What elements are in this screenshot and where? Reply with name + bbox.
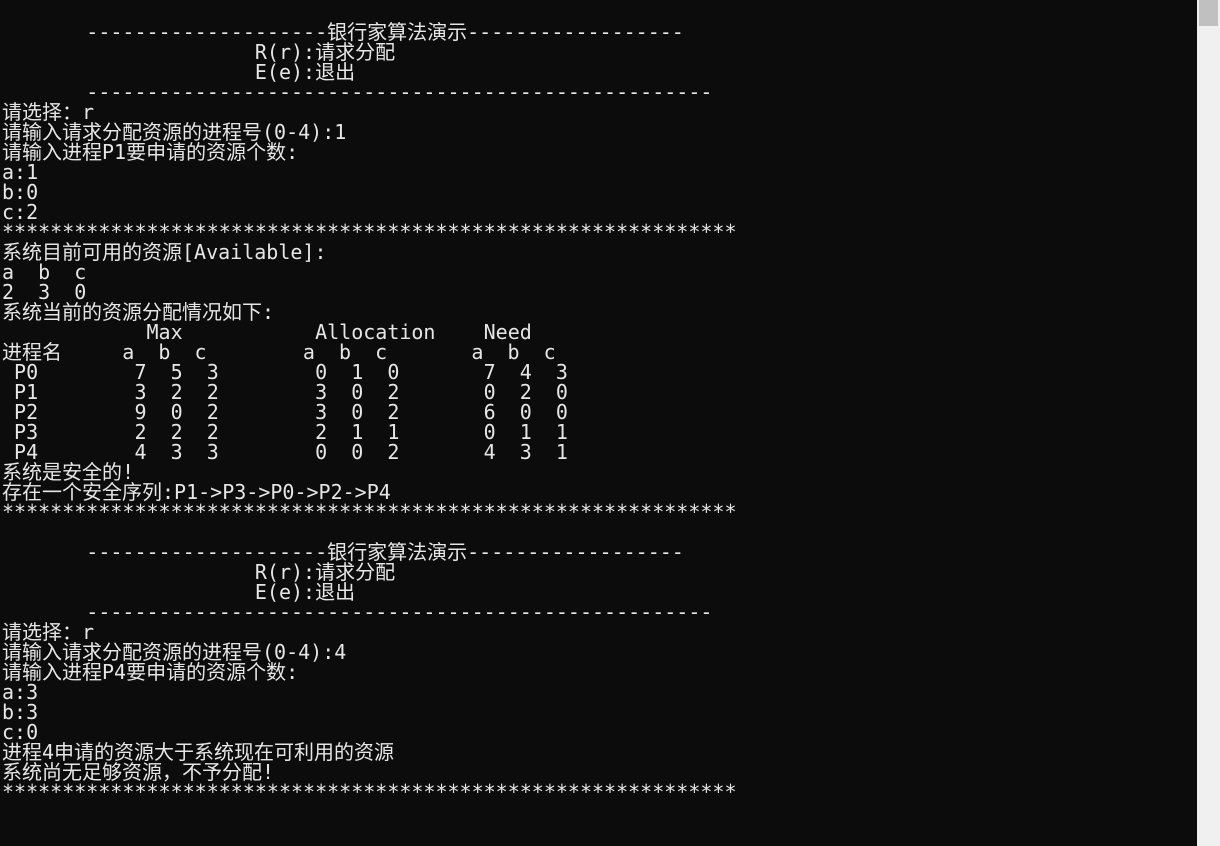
menu-divider-bottom: ----------------------------------------… bbox=[2, 600, 712, 624]
scrollbar-track[interactable] bbox=[1197, 0, 1220, 846]
separator-stars: ****************************************… bbox=[2, 500, 737, 524]
window: --------------------银行家算法演示-------------… bbox=[0, 0, 1220, 846]
menu-divider-bottom: ----------------------------------------… bbox=[2, 80, 712, 104]
scrollbar-thumb[interactable] bbox=[1199, 0, 1218, 26]
terminal-output: --------------------银行家算法演示-------------… bbox=[0, 0, 1197, 846]
prompt-resources: 请输入进程P1要申请的资源个数: bbox=[2, 140, 298, 164]
prompt-resources: 请输入进程P4要申请的资源个数: bbox=[2, 660, 298, 684]
separator-stars: ****************************************… bbox=[2, 780, 737, 804]
